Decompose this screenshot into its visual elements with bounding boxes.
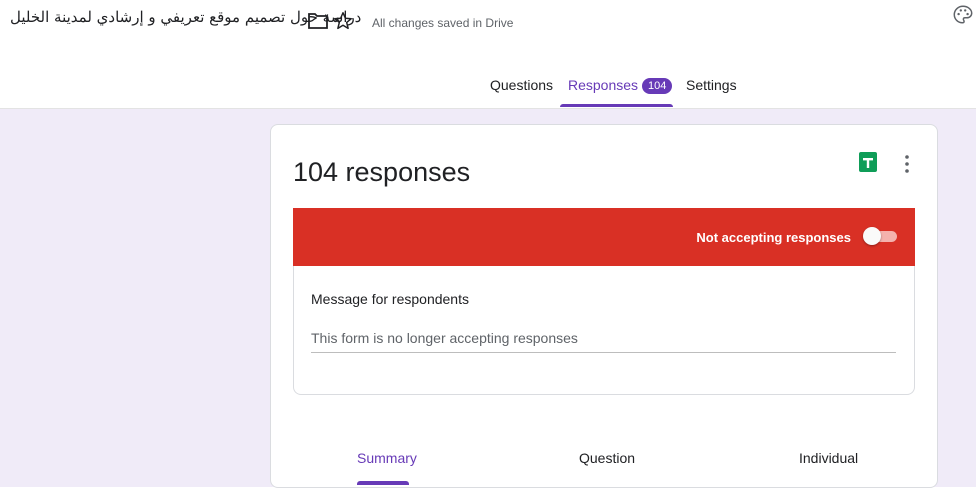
responses-count-title: 104 responses: [293, 157, 471, 187]
tab-questions[interactable]: Questions: [490, 77, 553, 93]
subtab-question[interactable]: Question: [579, 450, 635, 466]
responses-count-badge: 104: [642, 78, 673, 94]
active-subtab-indicator: [357, 481, 409, 485]
palette-icon[interactable]: [952, 4, 974, 26]
accepting-responses-banner: Not accepting responses: [293, 208, 915, 266]
top-header: دراسة حول تصميم موقع تعريفي و إرشادي لمد…: [0, 0, 976, 109]
message-value: This form is no longer accepting respons…: [311, 330, 578, 346]
toggle-thumb: [863, 227, 881, 245]
subtab-summary[interactable]: Summary: [357, 450, 417, 466]
responses-card: 104 responses Not accepting responses Me…: [270, 124, 938, 488]
message-label: Message for respondents: [311, 291, 469, 307]
accepting-status-text: Not accepting responses: [696, 230, 851, 245]
tab-responses-label: Responses: [568, 77, 639, 93]
tab-responses[interactable]: Responses 104: [568, 77, 673, 94]
message-section: Message for respondents This form is no …: [293, 266, 915, 395]
saved-status: All changes saved in Drive: [372, 16, 514, 30]
star-icon[interactable]: [332, 10, 354, 32]
form-tabs: Questions Responses 104 Settings: [0, 70, 976, 108]
folder-icon[interactable]: [308, 12, 328, 29]
google-sheets-icon[interactable]: [858, 151, 878, 173]
more-options-icon[interactable]: [899, 153, 915, 175]
subtab-individual[interactable]: Individual: [799, 450, 858, 466]
tab-settings[interactable]: Settings: [686, 77, 737, 93]
message-input[interactable]: This form is no longer accepting respons…: [311, 324, 896, 353]
active-tab-indicator: [560, 104, 673, 107]
accepting-responses-toggle[interactable]: [863, 227, 897, 245]
